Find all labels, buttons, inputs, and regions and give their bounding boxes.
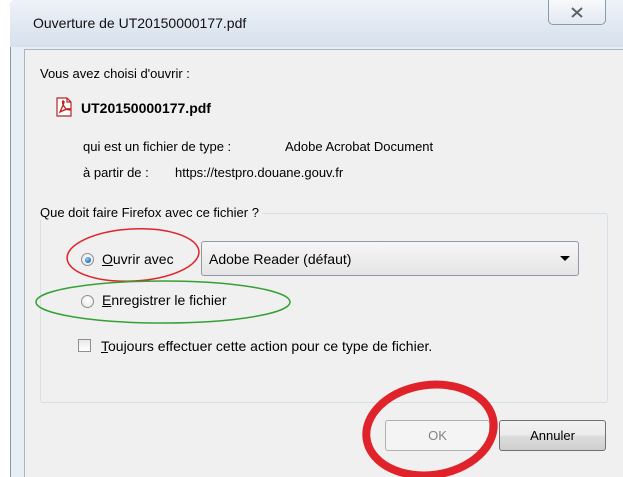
file-type-value: Adobe Acrobat Document [285, 139, 434, 154]
save-file-label[interactable]: Enregistrer le fichier [102, 292, 227, 308]
ok-button[interactable]: OK [385, 420, 490, 451]
always-do-label[interactable]: Toujours effectuer cette action pour ce … [101, 338, 432, 354]
always-do-checkbox[interactable] [78, 339, 91, 352]
close-button[interactable] [548, 0, 606, 25]
file-type-label: qui est un fichier de type : [83, 139, 232, 154]
file-name: UT20150000177.pdf [81, 100, 211, 116]
application-select[interactable]: Adobe Reader (défaut) [201, 241, 579, 276]
open-with-accel: O [102, 251, 113, 267]
save-file-accel: E [102, 292, 112, 308]
pdf-file-icon [55, 97, 73, 117]
save-file-label-rest: nregistrer le fichier [111, 292, 227, 308]
always-do-accel: T [101, 338, 108, 354]
title-bar: Ouverture de UT20150000177.pdf [10, 0, 623, 47]
open-with-label-rest: uvrir avec [112, 251, 174, 267]
close-x-icon [571, 6, 583, 18]
open-with-label[interactable]: Ouvrir avec [102, 251, 174, 267]
source-label: à partir de : [83, 165, 149, 180]
always-do-label-rest: oujours effectuer cette action pour ce t… [108, 338, 433, 354]
file-open-dialog: Ouverture de UT20150000177.pdf Vous avez… [0, 0, 623, 477]
open-with-radio[interactable] [81, 253, 94, 266]
cancel-button[interactable]: Annuler [499, 420, 606, 451]
action-group-legend: Que doit faire Firefox avec ce fichier ? [36, 205, 263, 220]
window-title: Ouverture de UT20150000177.pdf [33, 15, 247, 31]
intro-label: Vous avez choisi d'ouvrir : [40, 66, 190, 81]
application-select-value: Adobe Reader (défaut) [209, 251, 352, 267]
chevron-down-icon [560, 256, 570, 261]
save-file-radio[interactable] [81, 295, 94, 308]
source-value: https://testpro.douane.gouv.fr [175, 165, 344, 180]
